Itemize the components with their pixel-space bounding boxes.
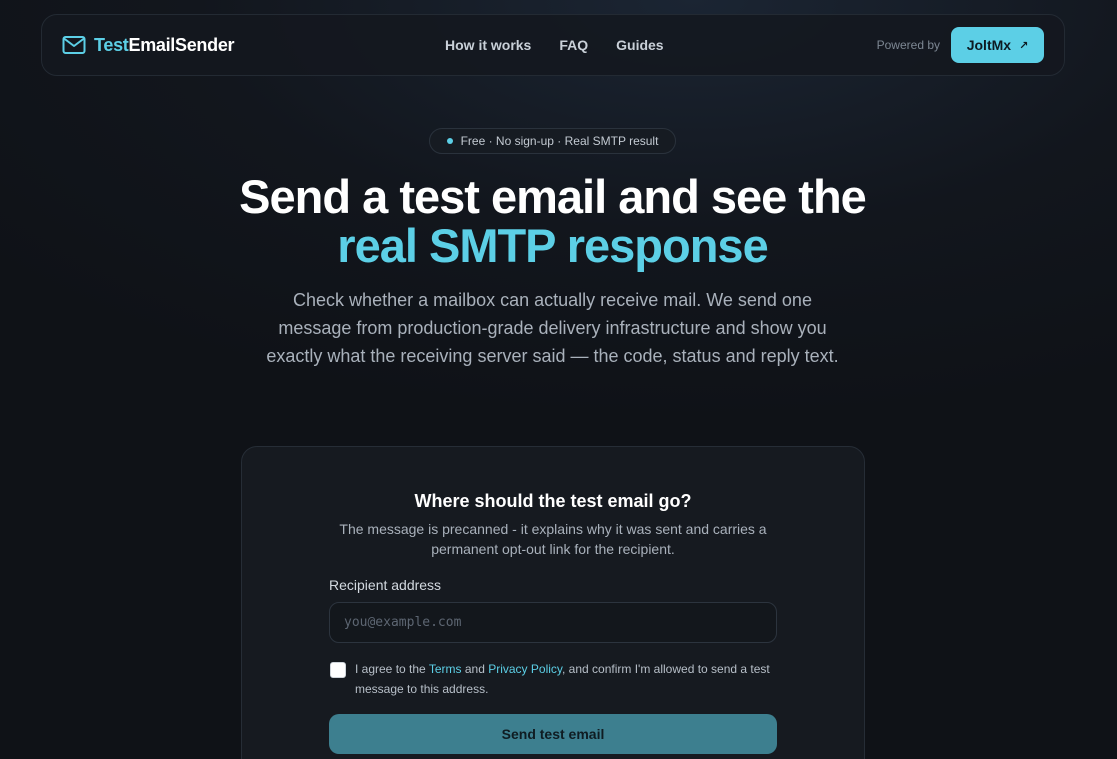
partner-button[interactable]: JoltMx ↗: [951, 27, 1044, 63]
brand-logo[interactable]: TestEmailSender: [62, 34, 235, 56]
status-dot-icon: [446, 138, 453, 144]
recipient-email-input[interactable]: [329, 602, 777, 643]
terms-link[interactable]: Terms: [429, 662, 462, 676]
feature-badge-text: Free · No sign-up · Real SMTP result: [460, 134, 659, 148]
page-subtitle: Check whether a mailbox can actually rec…: [266, 290, 839, 366]
page-title: Send a test email and see the real SMTP …: [200, 172, 905, 270]
send-test-email-button[interactable]: Send test email: [329, 714, 777, 754]
form-description: The message is precanned - it explains w…: [339, 521, 767, 557]
agree-text: I agree to the Terms and Privacy Policy,…: [355, 662, 770, 696]
nav-link-guides[interactable]: Guides: [616, 37, 663, 53]
page-title-accent: real SMTP response: [337, 219, 768, 272]
nav-link-how-it-works[interactable]: How it works: [445, 37, 531, 53]
brand-name: TestEmailSender: [94, 34, 235, 55]
external-link-icon: ↗: [1019, 39, 1029, 52]
nav-links: How it works FAQ Guides: [445, 15, 664, 75]
recipient-label: Recipient address: [329, 577, 442, 593]
privacy-policy-link[interactable]: Privacy Policy: [488, 662, 562, 676]
nav-link-faq[interactable]: FAQ: [559, 37, 588, 53]
top-nav: TestEmailSender How it works FAQ Guides …: [41, 14, 1065, 76]
feature-badge: Free · No sign-up · Real SMTP result: [429, 128, 676, 154]
page-title-plain: Send a test email and see the: [239, 170, 867, 223]
powered-by-label: Powered by: [876, 38, 940, 52]
test-email-form-card: Where should the test email go? The mess…: [241, 446, 865, 759]
agree-checkbox[interactable]: [330, 662, 346, 678]
form-title: Where should the test email go?: [414, 491, 692, 511]
partner-button-label: JoltMx: [966, 37, 1012, 53]
mail-icon: [62, 36, 86, 54]
